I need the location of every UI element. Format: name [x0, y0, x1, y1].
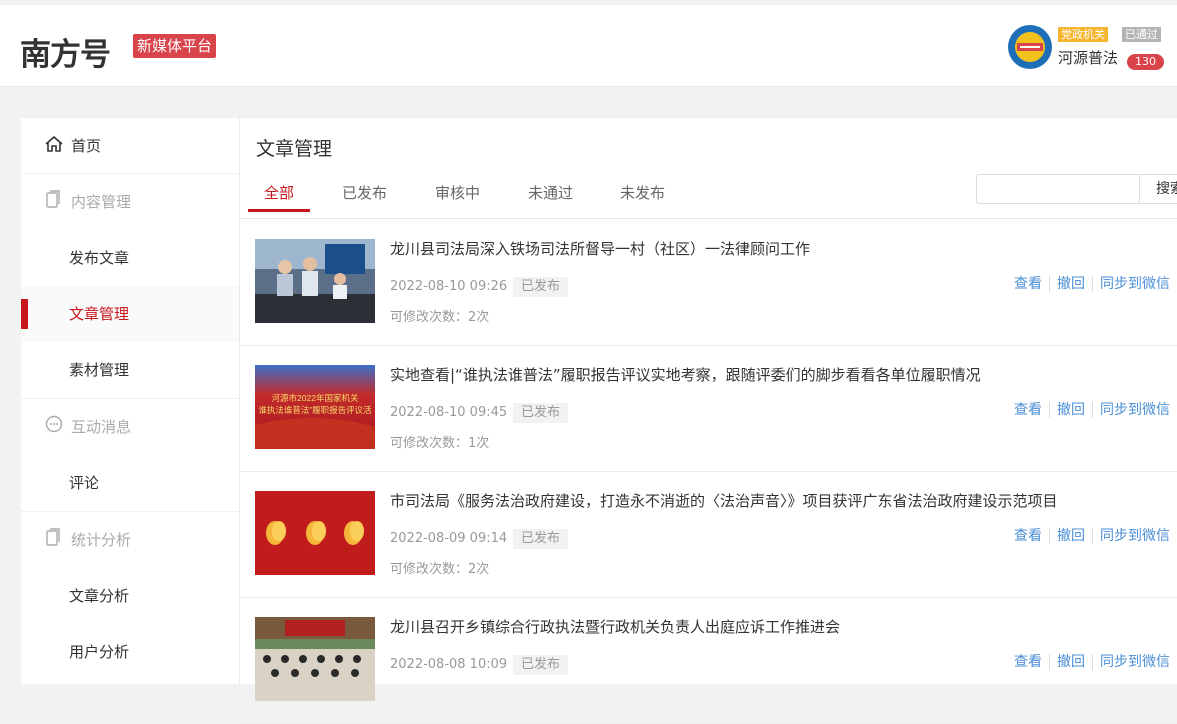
sync-wechat-link[interactable]: 同步到微信 [1092, 276, 1177, 292]
revoke-link[interactable]: 撤回 [1049, 402, 1092, 418]
status-badge: 已发布 [513, 403, 569, 423]
article-actions: 查看 撤回 同步到微信 [1014, 654, 1177, 670]
government-tag: 党政机关 [1058, 27, 1108, 42]
sidebar-group-interact[interactable]: 互动消息 [21, 399, 239, 455]
tab-reviewing[interactable]: 审核中 [435, 182, 480, 203]
sidebar-item-label: 评论 [69, 474, 100, 492]
document-icon [45, 175, 65, 231]
emblem-icon [1009, 26, 1051, 68]
top-header: 南方号 新媒体平台 党政机关 已通过 河源普法 130 [0, 5, 1177, 87]
sync-wechat-link[interactable]: 同步到微信 [1092, 528, 1177, 544]
sidebar-item-comment[interactable]: 评论 [21, 455, 239, 511]
sidebar-item-label: 文章分析 [69, 587, 130, 605]
tab-published[interactable]: 已发布 [342, 182, 387, 203]
view-link[interactable]: 查看 [1014, 654, 1049, 670]
sidebar-item-label: 用户分析 [69, 643, 130, 661]
thumbnail-caption-2: 谁执法谁普法”履职报告评议活 [258, 405, 372, 415]
article-date: 2022-08-08 10:09 [390, 657, 508, 672]
document-icon [45, 513, 65, 569]
sidebar-item-article-manage[interactable]: 文章管理 [21, 286, 239, 342]
sidebar: 首页 内容管理 发布文章 文章管理 素材管理 互动消息 评论 统计分析 文章分析… [21, 118, 240, 684]
revoke-link[interactable]: 撤回 [1049, 276, 1092, 292]
avatar[interactable] [1008, 25, 1052, 69]
article-title[interactable]: 龙川县司法局深入铁场司法所督导一村（社区）一法律顾问工作 [390, 238, 810, 259]
article-date: 2022-08-10 09:45 [390, 405, 508, 420]
tab-all[interactable]: 全部 [264, 182, 294, 203]
sidebar-group-stats[interactable]: 统计分析 [21, 512, 239, 568]
article-thumbnail[interactable]: 河源市2022年国家机关 谁执法谁普法”履职报告评议活 [255, 365, 375, 449]
article-date: 2022-08-10 09:26 [390, 279, 508, 294]
home-icon [45, 119, 65, 175]
article-row: 河源市2022年国家机关 谁执法谁普法”履职报告评议活 实地查看|“谁执法谁普法… [240, 345, 1177, 472]
sync-wechat-link[interactable]: 同步到微信 [1092, 654, 1177, 670]
sidebar-group-label: 内容管理 [71, 193, 132, 211]
sidebar-item-label: 首页 [71, 137, 102, 155]
article-actions: 查看 撤回 同步到微信 [1014, 528, 1177, 544]
sidebar-item-label: 发布文章 [69, 249, 130, 267]
search-button[interactable]: 搜索 [1140, 174, 1177, 204]
clapping-hands-icon [266, 521, 364, 545]
edit-count: 可修改次数：1次 [390, 436, 490, 451]
view-link[interactable]: 查看 [1014, 402, 1049, 418]
article-thumbnail[interactable] [255, 617, 375, 701]
sidebar-item-user-analysis[interactable]: 用户分析 [21, 624, 239, 680]
verified-tag: 已通过 [1122, 27, 1161, 42]
sidebar-group-content[interactable]: 内容管理 [21, 174, 239, 230]
sidebar-item-publish[interactable]: 发布文章 [21, 230, 239, 286]
article-date: 2022-08-09 09:14 [390, 531, 508, 546]
article-title[interactable]: 龙川县召开乡镇综合行政执法暨行政机关负责人出庭应诉工作推进会 [390, 616, 840, 637]
sidebar-item-article-analysis[interactable]: 文章分析 [21, 568, 239, 624]
view-link[interactable]: 查看 [1014, 528, 1049, 544]
status-badge: 已发布 [513, 277, 569, 297]
status-badge: 已发布 [513, 655, 569, 675]
article-actions: 查看 撤回 同步到微信 [1014, 276, 1177, 292]
article-title[interactable]: 实地查看|“谁执法谁普法”履职报告评议实地考察，跟随评委们的脚步看看各单位履职情… [390, 364, 981, 385]
brand-logo[interactable]: 南方号 [20, 29, 111, 74]
sidebar-group-label: 统计分析 [71, 531, 132, 549]
user-name[interactable]: 河源普法 [1058, 47, 1118, 68]
page-title: 文章管理 [256, 138, 333, 160]
article-title[interactable]: 市司法局《服务法治政府建设，打造永不消逝的〈法治声音〉》项目获评广东省法治政府建… [390, 490, 1058, 511]
article-row: 龙川县召开乡镇综合行政执法暨行政机关负责人出庭应诉工作推进会 2022-08-0… [240, 597, 1177, 724]
revoke-link[interactable]: 撤回 [1049, 654, 1092, 670]
sidebar-item-material[interactable]: 素材管理 [21, 342, 239, 398]
article-row: 市司法局《服务法治政府建设，打造永不消逝的〈法治声音〉》项目获评广东省法治政府建… [240, 471, 1177, 598]
status-badge: 已发布 [513, 529, 569, 549]
sidebar-item-label: 文章管理 [69, 305, 130, 323]
active-tab-indicator [248, 209, 310, 212]
revoke-link[interactable]: 撤回 [1049, 528, 1092, 544]
tab-rejected[interactable]: 未通过 [528, 182, 573, 203]
article-row: 龙川县司法局深入铁场司法所督导一村（社区）一法律顾问工作 2022-08-10 … [240, 219, 1177, 346]
sync-wechat-link[interactable]: 同步到微信 [1092, 402, 1177, 418]
edit-count: 可修改次数：2次 [390, 310, 490, 325]
view-link[interactable]: 查看 [1014, 276, 1049, 292]
platform-badge: 新媒体平台 [133, 34, 217, 58]
sidebar-group-label: 互动消息 [71, 418, 132, 436]
article-actions: 查看 撤回 同步到微信 [1014, 402, 1177, 418]
thumbnail-caption-1: 河源市2022年国家机关 [272, 393, 359, 403]
article-thumbnail[interactable] [255, 491, 375, 575]
article-thumbnail[interactable] [255, 239, 375, 323]
search-input[interactable] [976, 174, 1140, 204]
sidebar-item-label: 素材管理 [69, 361, 130, 379]
tab-unpublished[interactable]: 未发布 [620, 182, 665, 203]
chat-bubble-icon [45, 400, 65, 456]
notification-count-badge[interactable]: 130 [1127, 54, 1164, 70]
edit-count: 可修改次数：2次 [390, 562, 490, 577]
sidebar-item-home[interactable]: 首页 [21, 118, 239, 174]
main-panel: 文章管理 全部 已发布 审核中 未通过 未发布 搜索 龙川县司法局深入铁场司法所… [240, 118, 1177, 724]
